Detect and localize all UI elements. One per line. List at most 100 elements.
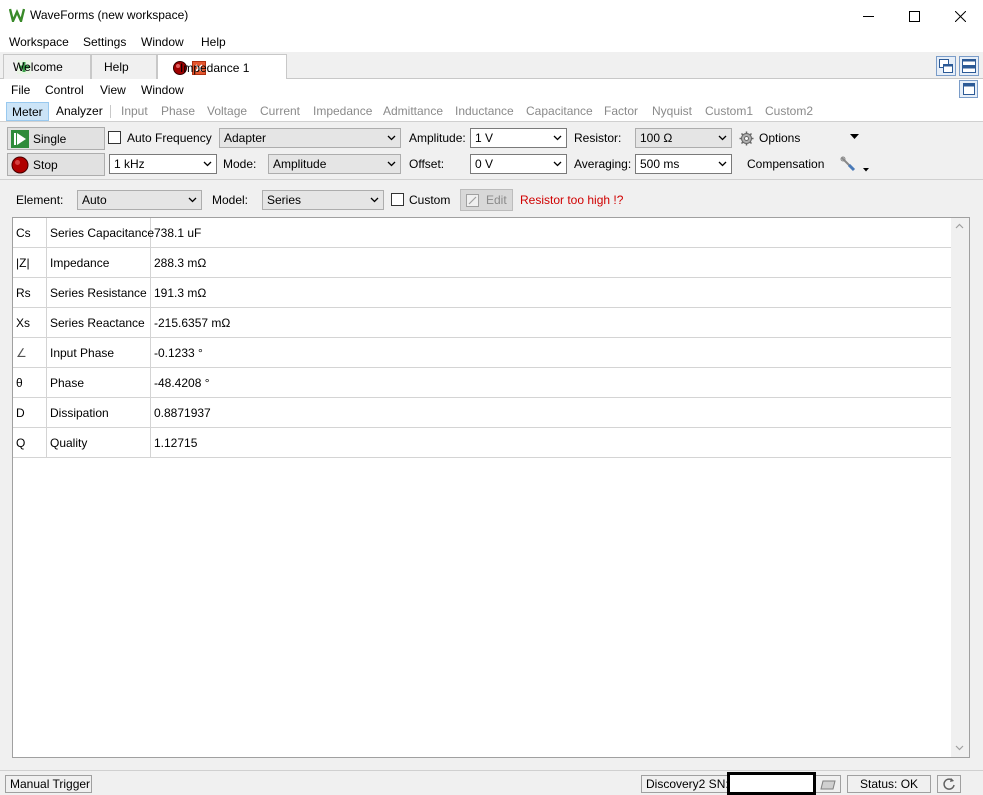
offset-label: Offset: [409, 157, 445, 171]
tab-custom2[interactable]: Custom2 [765, 104, 813, 118]
offset-select[interactable]: 0 V [470, 154, 567, 174]
name-cell: Quality [47, 428, 151, 457]
symbol-cell: Q [13, 428, 47, 457]
table-row: Cs Series Capacitance 738.1 uF [13, 218, 951, 248]
title-bar: WaveForms (new workspace) [0, 0, 983, 32]
table-row: Rs Series Resistance 191.3 mΩ [13, 278, 951, 308]
tab-input[interactable]: Input [121, 104, 148, 118]
refresh-icon [943, 778, 955, 790]
scroll-down-icon[interactable] [955, 745, 964, 751]
refresh-button[interactable] [937, 775, 961, 793]
minimize-icon [862, 15, 874, 17]
resistor-warning: Resistor too high !? [520, 193, 624, 207]
tab-help[interactable]: Help [91, 54, 157, 79]
tab-meter[interactable]: Meter [6, 102, 49, 121]
custom-checkbox[interactable] [391, 193, 404, 206]
restore-document-button[interactable] [959, 80, 978, 98]
name-cell: Phase [47, 368, 151, 397]
window-title: WaveForms (new workspace) [30, 8, 189, 22]
tab-phase[interactable]: Phase [161, 104, 195, 118]
tab-voltage[interactable]: Voltage [207, 104, 247, 118]
tile-icon [962, 59, 976, 73]
compensation-label[interactable]: Compensation [747, 157, 824, 171]
vertical-scrollbar[interactable] [951, 218, 969, 757]
restore-icon [962, 83, 975, 95]
averaging-label: Averaging: [574, 157, 632, 171]
amplitude-select[interactable]: 1 V [470, 128, 567, 148]
chevron-down-icon [718, 135, 727, 141]
averaging-value: 500 ms [640, 157, 680, 171]
manual-trigger-label: Manual Trigger [10, 777, 91, 791]
table-row: Q Quality 1.12715 [13, 428, 951, 458]
options-label: Options [759, 131, 801, 145]
menu-control[interactable]: Control [45, 83, 84, 97]
tab-admittance[interactable]: Admittance [383, 104, 443, 118]
tab-capacitance[interactable]: Capacitance [526, 104, 593, 118]
menu-workspace[interactable]: Workspace [9, 35, 69, 49]
model-select[interactable]: Series [262, 190, 384, 210]
chevron-down-icon [188, 197, 197, 203]
tile-windows-button[interactable] [959, 56, 979, 76]
tab-help-label: Help [104, 60, 129, 74]
symbol-cell: D [13, 398, 47, 427]
tab-impedance[interactable]: Impedance [313, 104, 372, 118]
tab-current[interactable]: Current [260, 104, 300, 118]
device-icon [820, 780, 836, 790]
averaging-select[interactable]: 500 ms [635, 154, 732, 174]
name-cell: Series Resistance [47, 278, 151, 307]
edit-button[interactable]: Edit [460, 189, 513, 211]
model-label: Model: [212, 193, 249, 207]
adapter-select[interactable]: Adapter [219, 128, 401, 148]
element-value: Auto [82, 193, 107, 207]
chevron-down-icon [370, 197, 379, 203]
main-menubar: Workspace Settings Window Help [0, 32, 983, 52]
tab-impedance-1[interactable]: Impedance 1 [157, 54, 287, 80]
status-bar: Manual Trigger Discovery2 SN: Status: OK [0, 770, 983, 795]
options-button[interactable]: Options [739, 128, 800, 148]
symbol-cell: Xs [13, 308, 47, 337]
menu-window[interactable]: Window [141, 35, 184, 49]
manual-trigger-button[interactable]: Manual Trigger [5, 775, 92, 793]
name-cell: Series Reactance [47, 308, 151, 337]
cascade-windows-button[interactable] [936, 56, 956, 76]
scroll-up-icon[interactable] [955, 223, 964, 229]
menu-help[interactable]: Help [201, 35, 226, 49]
tab-separator [110, 105, 111, 118]
resistor-select[interactable]: 100 Ω [635, 128, 732, 148]
element-bar: Element: Auto Model: Series Custom Edit … [0, 181, 983, 214]
minimize-button[interactable] [845, 0, 891, 32]
frequency-value: 1 kHz [114, 157, 145, 171]
symbol-cell: |Z| [13, 248, 47, 277]
tab-impedance-label: Impedance 1 [180, 60, 250, 75]
menu-settings[interactable]: Settings [83, 35, 126, 49]
table-row: ∠ Input Phase -0.1233 ° [13, 338, 951, 368]
options-dropdown-arrow-icon[interactable] [850, 134, 859, 140]
tab-welcome[interactable]: Welcome [3, 54, 91, 79]
single-button[interactable]: Single [7, 127, 105, 150]
stop-button[interactable]: Stop [7, 153, 105, 176]
tab-inductance[interactable]: Inductance [455, 104, 514, 118]
maximize-button[interactable] [891, 0, 937, 32]
compensation-tool-icon[interactable] [840, 156, 858, 172]
stop-icon [11, 156, 29, 173]
control-toolbar: Single Auto Frequency Adapter Amplitude:… [0, 123, 983, 180]
close-button[interactable] [937, 0, 983, 32]
tab-nyquist[interactable]: Nyquist [652, 104, 692, 118]
serial-number-redacted [727, 772, 816, 795]
amplitude-value: 1 V [475, 131, 494, 145]
element-label: Element: [16, 193, 64, 207]
element-select[interactable]: Auto [77, 190, 202, 210]
menu-file[interactable]: File [11, 83, 30, 97]
frequency-select[interactable]: 1 kHz [109, 154, 217, 174]
mode-select[interactable]: Amplitude [268, 154, 401, 174]
compensation-dropdown-arrow-icon[interactable] [863, 168, 869, 172]
tab-analyzer[interactable]: Analyzer [56, 104, 103, 118]
tab-custom1[interactable]: Custom1 [705, 104, 753, 118]
auto-frequency-checkbox[interactable] [108, 131, 121, 144]
name-cell: Input Phase [47, 338, 151, 367]
offset-value: 0 V [475, 157, 494, 171]
tab-factor[interactable]: Factor [604, 104, 638, 118]
menu-view[interactable]: View [100, 83, 126, 97]
menu-instrument-window[interactable]: Window [141, 83, 184, 97]
cascade-icon [939, 59, 953, 73]
